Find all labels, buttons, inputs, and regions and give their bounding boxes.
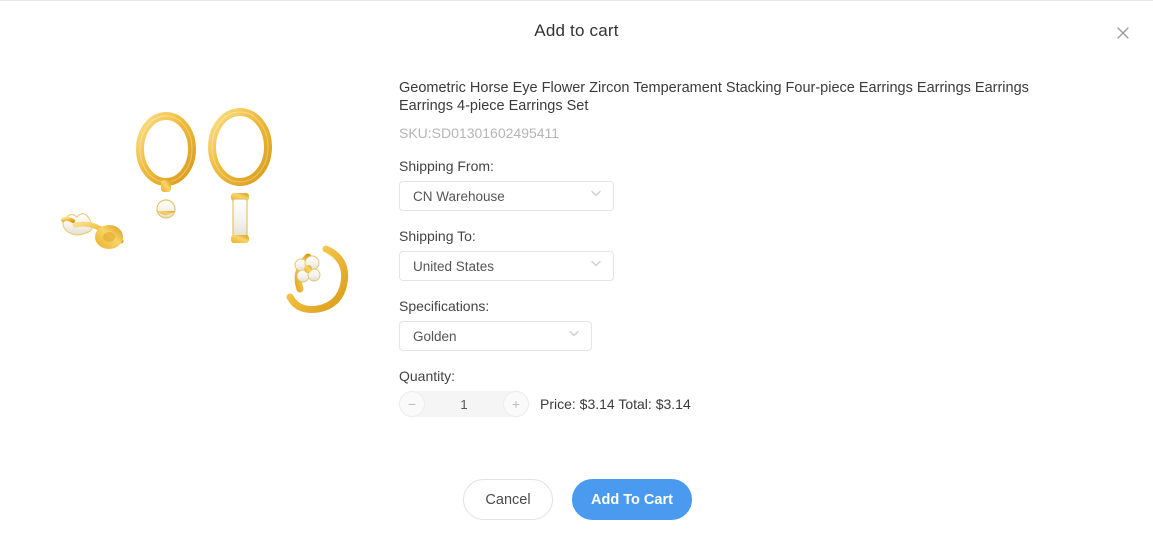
- quantity-label: Quantity:: [399, 368, 456, 384]
- chevron-down-icon: [567, 327, 581, 346]
- specifications-label: Specifications:: [399, 298, 490, 314]
- shipping-from-select[interactable]: CN Warehouse: [399, 181, 614, 211]
- add-to-cart-button[interactable]: Add To Cart: [572, 479, 692, 520]
- chevron-down-icon: [589, 257, 603, 276]
- quantity-row: − 1 + Price: $3.14 Total: $3.14: [399, 391, 1059, 417]
- shipping-to-value: United States: [413, 258, 495, 274]
- specifications-select[interactable]: Golden: [399, 321, 592, 351]
- price-total-text: Price: $3.14 Total: $3.14: [540, 396, 691, 412]
- product-sku: SKU:SD01301602495411: [399, 125, 560, 141]
- shipping-from-label: Shipping From:: [399, 158, 494, 174]
- shipping-from-value: CN Warehouse: [413, 188, 505, 204]
- specifications-value: Golden: [413, 328, 457, 344]
- product-image: [0, 61, 395, 481]
- modal-actions: Cancel Add To Cart: [463, 479, 692, 520]
- close-icon[interactable]: [1111, 21, 1135, 45]
- quantity-decrement-button[interactable]: −: [399, 391, 425, 417]
- quantity-stepper: − 1 +: [399, 391, 529, 417]
- add-to-cart-form: Geometric Horse Eye Flower Zircon Temper…: [399, 79, 1059, 417]
- product-title: Geometric Horse Eye Flower Zircon Temper…: [399, 80, 1029, 114]
- cancel-button[interactable]: Cancel: [463, 479, 553, 520]
- chevron-down-icon: [589, 187, 603, 206]
- page-title: Add to cart: [534, 21, 619, 40]
- quantity-increment-button[interactable]: +: [503, 391, 529, 417]
- quantity-value[interactable]: 1: [425, 397, 503, 412]
- shipping-to-select[interactable]: United States: [399, 251, 614, 281]
- shipping-to-label: Shipping To:: [399, 228, 476, 244]
